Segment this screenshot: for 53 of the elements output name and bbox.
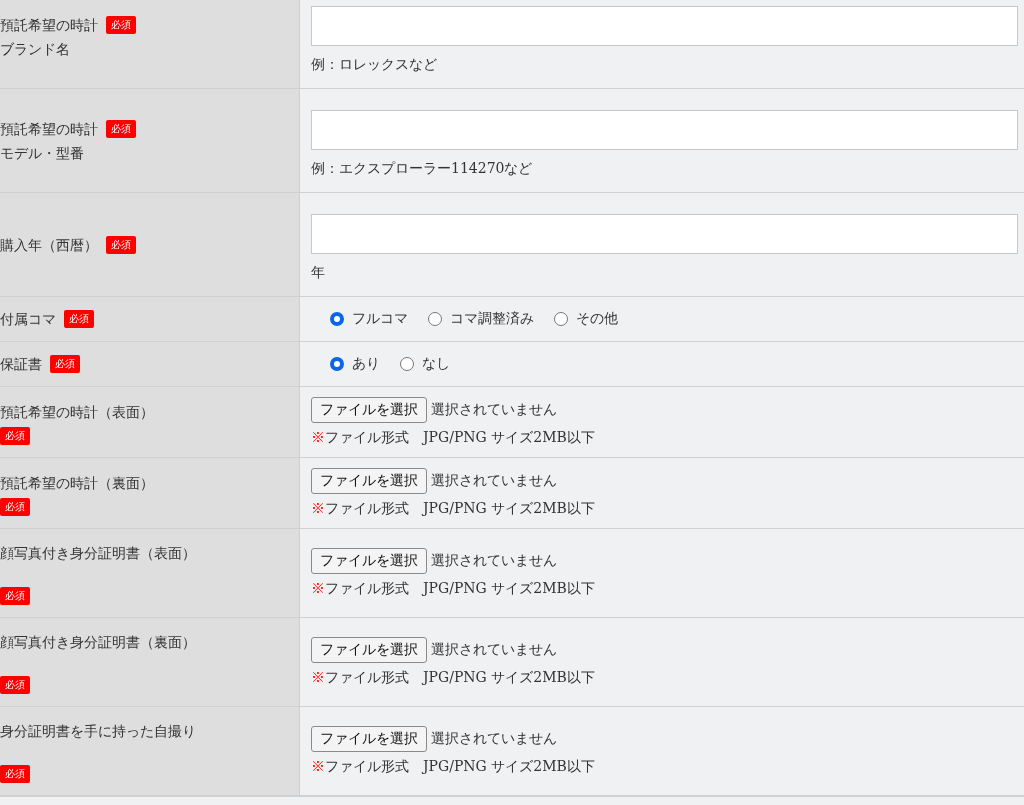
radio-label[interactable]: あり xyxy=(352,355,380,373)
field-label: 預託希望の時計 xyxy=(0,15,98,35)
file-format-note: ※ファイル形式 JPG/PNG サイズ2MB以下 xyxy=(311,579,596,598)
file-format-note: ※ファイル形式 JPG/PNG サイズ2MB以下 xyxy=(311,499,596,518)
field-label: 付属コマ xyxy=(0,310,56,329)
field-label: モデル・型番 xyxy=(0,143,84,163)
required-badge: 必須 xyxy=(0,676,30,694)
radio-label[interactable]: フルコマ xyxy=(352,310,408,328)
field-label: 預託希望の時計 xyxy=(0,119,98,139)
file-status: 選択されていません xyxy=(431,401,557,419)
field-label: 顔写真付き身分証明書（表面） xyxy=(0,544,196,563)
field-label: 購入年（西暦） xyxy=(0,235,98,255)
required-badge: 必須 xyxy=(106,15,136,34)
radio-label[interactable]: なし xyxy=(422,355,450,373)
file-status: 選択されていません xyxy=(431,552,557,570)
choose-file-button[interactable]: ファイルを選択 xyxy=(311,637,427,663)
radio-button[interactable] xyxy=(330,312,344,326)
field-label: 保証書 xyxy=(0,355,42,374)
file-status: 選択されていません xyxy=(431,641,557,659)
file-format-note: ※ファイル形式 JPG/PNG サイズ2MB以下 xyxy=(311,757,596,776)
required-badge: 必須 xyxy=(0,497,30,516)
field-label: 預託希望の時計（表面） xyxy=(0,402,154,422)
radio-button[interactable] xyxy=(428,312,442,326)
file-status: 選択されていません xyxy=(431,472,557,490)
required-badge: 必須 xyxy=(0,587,30,605)
text-input-field[interactable] xyxy=(311,214,1018,254)
choose-file-button[interactable]: ファイルを選択 xyxy=(311,468,427,494)
choose-file-button[interactable]: ファイルを選択 xyxy=(311,726,427,752)
required-badge: 必須 xyxy=(0,765,30,783)
text-input-field[interactable] xyxy=(311,110,1018,150)
radio-button[interactable] xyxy=(330,357,344,371)
file-status: 選択されていません xyxy=(431,730,557,748)
field-label: 顔写真付き身分証明書（裏面） xyxy=(0,633,196,652)
required-badge: 必須 xyxy=(64,310,94,328)
required-badge: 必須 xyxy=(50,355,80,373)
field-label: 身分証明書を手に持った自撮り xyxy=(0,722,196,741)
field-hint: 例：ロレックスなど xyxy=(311,55,438,74)
radio-button[interactable] xyxy=(554,312,568,326)
field-label: 預託希望の時計（裏面） xyxy=(0,473,154,493)
required-badge: 必須 xyxy=(106,119,136,138)
field-label: ブランド名 xyxy=(0,39,70,59)
required-badge: 必須 xyxy=(0,426,30,445)
field-hint: 年 xyxy=(311,263,326,282)
required-badge: 必須 xyxy=(106,235,136,254)
field-hint: 例：エクスプローラー114270など xyxy=(311,159,534,178)
radio-button[interactable] xyxy=(400,357,414,371)
file-format-note: ※ファイル形式 JPG/PNG サイズ2MB以下 xyxy=(311,668,596,687)
choose-file-button[interactable]: ファイルを選択 xyxy=(311,397,427,423)
text-input-field[interactable] xyxy=(311,6,1018,46)
file-format-note: ※ファイル形式 JPG/PNG サイズ2MB以下 xyxy=(311,428,596,447)
radio-label[interactable]: コマ調整済み xyxy=(450,310,534,328)
radio-label[interactable]: その他 xyxy=(576,310,618,328)
choose-file-button[interactable]: ファイルを選択 xyxy=(311,548,427,574)
